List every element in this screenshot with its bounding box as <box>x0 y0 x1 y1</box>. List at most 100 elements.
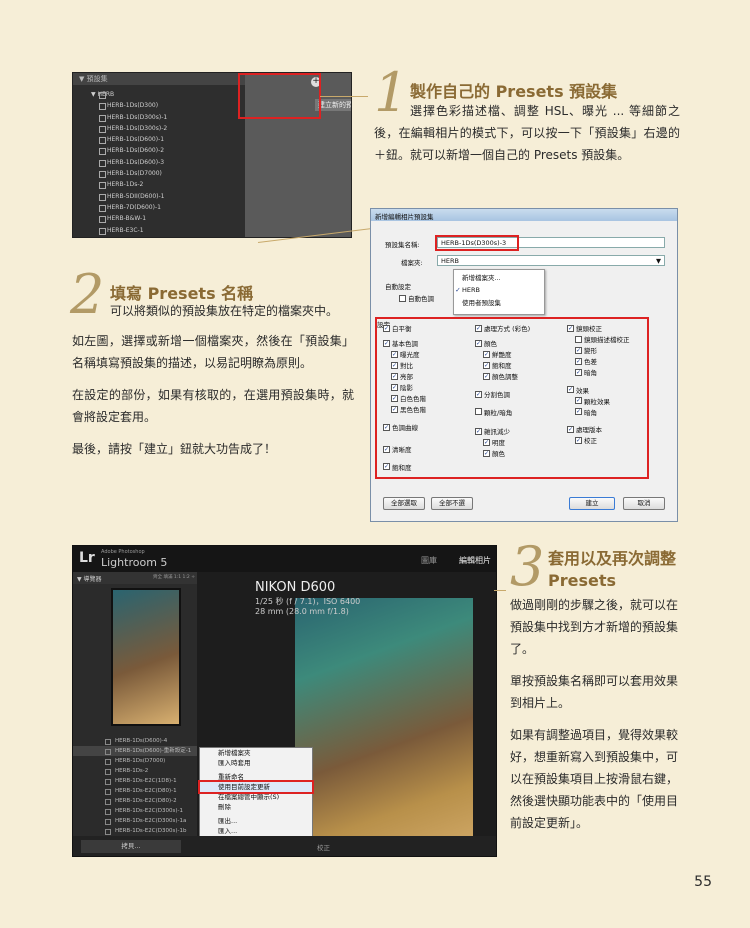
checkbox-box: ✓ <box>483 372 490 380</box>
context-menu-item[interactable]: 刪除 <box>200 802 312 812</box>
context-menu-item[interactable]: 匯出... <box>200 816 312 826</box>
setting-checkbox[interactable]: ✓ 黑色色階 <box>391 404 426 414</box>
setting-checkbox[interactable]: ✓ 色差 <box>575 356 597 366</box>
preset-item[interactable]: HERB-1Ds(D600)-4 <box>73 736 197 746</box>
setting-checkbox[interactable]: ✓ 處理版本 <box>567 424 602 434</box>
setting-checkbox[interactable]: ✓ 陰影 <box>391 382 413 392</box>
presets-panel: ▼ 預設集 ▼ HERB HERB-1Ds(D300) HERB-1Ds(D300s… <box>73 73 245 237</box>
folder-menu: 新增檔案夾... ✓ HERB 使用者預設集 <box>453 269 545 315</box>
create-button[interactable]: 建立 <box>569 497 615 510</box>
setting-checkbox[interactable]: ✓ 對比 <box>391 360 413 370</box>
setting-checkbox[interactable]: ✓ 顏色 <box>483 448 505 458</box>
menu-item[interactable]: 使用者預設集 <box>454 295 544 309</box>
setting-checkbox[interactable]: ✓ 鏡頭校正 <box>567 323 602 333</box>
folder-label: 檔案夾: <box>401 259 423 267</box>
setting-checkbox[interactable]: 顆粒/暗角 <box>475 407 512 417</box>
setting-checkbox[interactable]: ✓ 白色色階 <box>391 393 426 403</box>
menu-item-checked[interactable]: ✓ HERB <box>454 284 544 295</box>
copy-button[interactable]: 拷貝... <box>81 840 181 853</box>
setting-checkbox[interactable]: 鏡頭描述檔校正 <box>575 334 630 344</box>
lightroom-logo: Lr <box>79 550 95 566</box>
folder-value: HERB <box>441 257 459 265</box>
context-menu-item[interactable]: 在檔案總管中顯示(S) <box>200 792 312 802</box>
setting-checkbox[interactable]: ✓ 白平衡 <box>383 323 412 333</box>
checkbox-box: ✓ <box>383 339 390 347</box>
preset-item[interactable]: HERB-1Ds-E2C(1D8)-1 <box>73 776 197 786</box>
preset-item[interactable]: HERB-B&W-1 <box>73 213 245 224</box>
module-develop[interactable]: 編輯相片 <box>459 555 491 566</box>
leader-line <box>494 590 506 591</box>
module-library[interactable]: 圖庫 <box>421 555 437 566</box>
setting-checkbox[interactable]: ✓ 顏色調整 <box>483 371 518 381</box>
preset-folder[interactable]: ▼ HERB <box>73 89 245 100</box>
step-body: 選擇色彩描述檔、調整 HSL、曝光 ... 等細節之後，在編輯相片的模式下，可以… <box>374 100 680 176</box>
preset-item[interactable]: HERB-5DII(D600)-1 <box>73 191 245 202</box>
checkbox-box: ✓ <box>483 449 490 457</box>
preset-item[interactable]: HERB-1Ds(D600)-重新設定-1 <box>73 746 197 756</box>
checkbox-box: ✓ <box>391 361 398 369</box>
setting-label: 基本色調 <box>392 340 418 349</box>
preset-item[interactable]: HERB-1Ds(D300s)-1 <box>73 112 245 123</box>
select-none-button[interactable]: 全部不選 <box>431 497 473 510</box>
preset-item[interactable]: HERB-1Ds(D600)-2 <box>73 145 245 156</box>
context-menu-item[interactable]: 新增檔案夾 <box>200 748 312 758</box>
setting-checkbox[interactable]: ✓ 暗角 <box>575 367 597 377</box>
step-paragraph: 如左圖，選擇或新增一個檔案夾，然後在「預設集」名稱填寫預設集的描述，以易記明瞭為… <box>72 334 354 370</box>
setting-checkbox[interactable]: ✓ 飽和度 <box>383 462 412 472</box>
navigator-thumbnail[interactable] <box>111 588 181 726</box>
checkbox-box: ✓ <box>391 372 398 380</box>
leader-line <box>320 96 368 97</box>
preset-item[interactable]: HERB-1Ds-2 <box>73 766 197 776</box>
preset-item[interactable]: HERB-1Ds(D7000) <box>73 168 245 179</box>
preset-item[interactable]: HERB-E3C-1 <box>73 225 245 236</box>
auto-tone-checkbox[interactable]: 自動色調 <box>399 293 434 303</box>
preset-item[interactable]: HERB-1Ds(D600)-1 <box>73 134 245 145</box>
setting-checkbox[interactable]: ✓ 鮮艷度 <box>483 349 512 359</box>
setting-checkbox[interactable]: ✓ 分割色調 <box>475 389 510 399</box>
setting-checkbox[interactable]: ✓ 亮部 <box>391 371 413 381</box>
preset-item[interactable]: HERB-1Ds(D7000) <box>73 756 197 766</box>
setting-checkbox[interactable]: ✓ 飽和度 <box>483 360 512 370</box>
select-all-button[interactable]: 全部選取 <box>383 497 425 510</box>
step-paragraph: 單按預設集名稱即可以套用效果到相片上。 <box>510 674 679 710</box>
setting-checkbox[interactable]: ✓ 曝光度 <box>391 349 420 359</box>
preset-item[interactable]: HERB-1Ds(D300) <box>73 100 245 111</box>
step-number: 3 <box>510 535 545 598</box>
checkbox-box: ✓ <box>475 390 482 398</box>
setting-checkbox[interactable]: ✓ 效果 <box>567 385 589 395</box>
preset-item[interactable]: HERB-1Ds-2 <box>73 179 245 190</box>
preset-item[interactable]: HERB-1Ds-E2C(D80)-1 <box>73 786 197 796</box>
setting-checkbox[interactable]: ✓ 暗角 <box>575 407 597 417</box>
context-menu-item[interactable]: 匯入... <box>200 826 312 836</box>
preset-item[interactable]: HERB-1Ds-E2C(D300s)-1 <box>73 806 197 816</box>
setting-label: 處理版本 <box>576 426 602 435</box>
step-title: 製作自己的 Presets 預設集 <box>410 82 618 101</box>
setting-checkbox[interactable]: ✓ 變形 <box>575 345 597 355</box>
setting-checkbox[interactable]: ✓ 處理方式 (彩色) <box>475 323 530 333</box>
preset-item[interactable]: HERB-7D(D600)-1 <box>73 202 245 213</box>
setting-label: 校正 <box>584 437 597 446</box>
menu-item[interactable]: 新增檔案夾... <box>454 270 544 284</box>
app-name: Lightroom 5 <box>101 556 168 569</box>
exposure-info: 1/25 秒 (f / 7.1)，ISO 6400 <box>255 597 361 606</box>
cancel-button[interactable]: 取消 <box>623 497 665 510</box>
preset-item[interactable]: HERB-1Ds-E2C(D80)-2 <box>73 796 197 806</box>
setting-checkbox[interactable]: ✓ 雜訊減少 <box>475 426 510 436</box>
preset-item[interactable]: HERB-1Ds-E2C(D300s)-1b <box>73 826 197 836</box>
setting-checkbox[interactable]: ✓ 基本色調 <box>383 338 418 348</box>
folder-select[interactable]: HERB ▼ <box>437 255 665 266</box>
setting-checkbox[interactable]: ✓ 顏色 <box>475 338 497 348</box>
setting-label: 黑色色階 <box>400 406 426 415</box>
preset-item[interactable]: HERB-1Ds-E2C(D300s)-1a <box>73 816 197 826</box>
setting-checkbox[interactable]: ✓ 清晰度 <box>383 444 412 454</box>
preset-item[interactable]: HERB-1Ds(D300s)-2 <box>73 123 245 134</box>
setting-checkbox[interactable]: ✓ 色調曲線 <box>383 422 418 432</box>
context-menu-item[interactable]: 使用目前設定更新 <box>198 780 314 794</box>
setting-checkbox[interactable]: ✓ 明度 <box>483 437 505 447</box>
context-menu-item[interactable]: 重新命名 <box>200 772 312 782</box>
context-menu-item[interactable]: 匯入時套用 <box>200 758 312 768</box>
setting-checkbox[interactable]: ✓ 校正 <box>575 435 597 445</box>
setting-checkbox[interactable]: ✓ 顆粒效果 <box>575 396 610 406</box>
preset-item[interactable]: HERB-1Ds(D600)-3 <box>73 157 245 168</box>
setting-label: 鏡頭描述檔校正 <box>584 336 630 344</box>
